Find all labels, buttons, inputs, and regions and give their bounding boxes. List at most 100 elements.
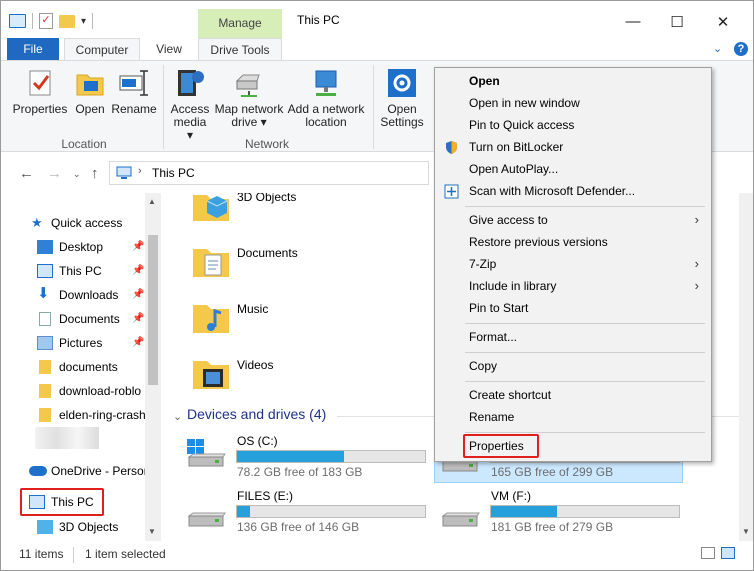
pin-icon: 📌 (132, 289, 145, 300)
nav-item-folder-documents[interactable]: documents (1, 355, 151, 379)
menu-item-open[interactable]: Open (435, 70, 711, 92)
open-folder-icon (74, 67, 106, 99)
up-arrow-icon[interactable]: ↑ (91, 165, 99, 182)
menu-item-scan-defender[interactable]: Scan with Microsoft Defender... (435, 180, 711, 202)
new-folder-quick-icon[interactable] (59, 14, 75, 28)
drive-name[interactable]: FILES (E:) (237, 489, 293, 503)
address-path: This PC (152, 166, 195, 180)
nav-item-folder-download-roblox[interactable]: download-roblo (1, 379, 151, 403)
folder-videos[interactable] (191, 353, 231, 393)
drive-name[interactable]: OS (C:) (237, 434, 278, 448)
address-bar[interactable]: › This PC (109, 161, 429, 185)
maximize-icon[interactable]: ☐ (667, 13, 687, 31)
access-media-button[interactable]: Access media ▾ (169, 67, 211, 142)
network-drive-icon (233, 67, 265, 99)
desktop-icon (37, 240, 53, 254)
title-bar: ✓ ▾ Manage This PC — ☐ ✕ (1, 1, 753, 38)
close-icon[interactable]: ✕ (713, 13, 733, 31)
content-scrollbar[interactable] (739, 193, 753, 541)
quick-access-toolbar: ✓ ▾ (9, 11, 94, 31)
menu-item-copy[interactable]: Copy (435, 355, 711, 377)
devices-section-header[interactable]: Devices and drives (4) (187, 406, 326, 422)
rename-button[interactable]: Rename (111, 67, 157, 116)
drive-usage-bar (236, 505, 426, 518)
status-bar: 11 items 1 item selected (1, 541, 753, 570)
nav-item-downloads[interactable]: ⬇ Downloads 📌 (1, 283, 151, 307)
scroll-up-icon[interactable]: ▲ (148, 197, 156, 206)
star-icon: ★ (31, 215, 43, 230)
map-network-drive-button[interactable]: Map network drive ▾ (213, 67, 285, 129)
tab-computer[interactable]: Computer (64, 38, 140, 60)
nav-item-this-pc-quick[interactable]: This PC 📌 (1, 259, 151, 283)
folder-music[interactable] (191, 297, 231, 337)
menu-item-give-access[interactable]: Give access to › (435, 209, 711, 231)
hard-drive-icon[interactable] (185, 506, 229, 536)
nav-scrollbar-thumb[interactable] (148, 235, 158, 385)
folder-documents[interactable] (191, 241, 231, 281)
menu-item-restore-previous[interactable]: Restore previous versions (435, 231, 711, 253)
forward-arrow-icon[interactable]: → (47, 165, 62, 182)
menu-item-rename[interactable]: Rename (435, 406, 711, 428)
drive-name[interactable]: VM (F:) (491, 489, 531, 503)
context-menu: Open Open in new window Pin to Quick acc… (434, 67, 712, 462)
open-settings-button[interactable]: Open Settings (379, 67, 425, 129)
folder-3d-objects[interactable] (191, 193, 231, 225)
collapse-chevron-icon[interactable]: ⌄ (173, 410, 182, 423)
nav-onedrive[interactable]: OneDrive - Person (1, 459, 151, 483)
folder-label[interactable]: Music (237, 302, 268, 316)
properties-quick-icon[interactable]: ✓ (39, 13, 53, 29)
chevron-right-icon[interactable]: › (138, 165, 142, 177)
menu-item-pin-quick-access[interactable]: Pin to Quick access (435, 114, 711, 136)
folder-label[interactable]: Videos (237, 358, 273, 372)
menu-item-format[interactable]: Format... (435, 326, 711, 348)
nav-item-documents[interactable]: Documents 📌 (1, 307, 151, 331)
nav-label: Pictures (59, 336, 103, 350)
folder-label[interactable]: 3D Objects (237, 193, 296, 204)
customize-toolbar-dropdown-icon[interactable]: ▾ (81, 16, 86, 27)
minimize-icon[interactable]: — (623, 13, 643, 30)
scroll-down-icon[interactable]: ▼ (742, 527, 750, 536)
chevron-right-icon: › (694, 212, 699, 227)
menu-item-create-shortcut[interactable]: Create shortcut (435, 384, 711, 406)
nav-label: documents (59, 360, 118, 374)
details-view-icon[interactable] (701, 547, 715, 559)
pin-icon: 📌 (132, 241, 145, 252)
tab-drive-tools[interactable]: Drive Tools (198, 38, 282, 60)
this-pc-highlight-box (20, 488, 104, 516)
add-network-location-button[interactable]: Add a network location (287, 67, 365, 129)
nav-label: Quick access (51, 216, 123, 230)
nav-item-folder-elden-ring[interactable]: elden-ring-crash (1, 403, 151, 427)
item-count: 11 items (19, 547, 64, 561)
back-arrow-icon[interactable]: ← (19, 165, 34, 182)
menu-item-open-autoplay[interactable]: Open AutoPlay... (435, 158, 711, 180)
menu-item-include-library[interactable]: Include in library › (435, 275, 711, 297)
scroll-down-icon[interactable]: ▼ (148, 527, 156, 536)
menu-item-7zip[interactable]: 7-Zip › (435, 253, 711, 275)
file-explorer-window: ✓ ▾ Manage This PC — ☐ ✕ File Computer V… (0, 0, 754, 571)
nav-label: Documents (59, 312, 120, 326)
recent-locations-icon[interactable]: ⌄ (73, 169, 81, 180)
menu-item-pin-start[interactable]: Pin to Start (435, 297, 711, 319)
selection-count: 1 item selected (85, 547, 166, 561)
tab-file[interactable]: File (7, 38, 59, 60)
nav-item-desktop[interactable]: Desktop 📌 (1, 235, 151, 259)
help-icon[interactable]: ? (734, 42, 748, 56)
drive-free-space: 181 GB free of 279 GB (491, 520, 614, 534)
properties-button[interactable]: Properties (11, 67, 69, 116)
tab-view[interactable]: View (147, 38, 191, 60)
rename-icon (118, 67, 150, 99)
pin-icon: 📌 (132, 313, 145, 324)
menu-item-open-new-window[interactable]: Open in new window (435, 92, 711, 114)
manage-contextual-tab[interactable]: Manage (198, 9, 282, 38)
folder-label[interactable]: Documents (237, 246, 298, 260)
nav-quick-access[interactable]: ★ Quick access (1, 211, 151, 235)
nav-3d-objects[interactable]: 3D Objects (1, 515, 151, 539)
open-button[interactable]: Open (71, 67, 109, 116)
windows-drive-icon[interactable] (185, 437, 229, 467)
hard-drive-icon[interactable] (439, 506, 483, 536)
menu-item-turn-on-bitlocker[interactable]: Turn on BitLocker (435, 136, 711, 158)
collapse-ribbon-icon[interactable]: ⌄ (713, 42, 722, 55)
large-icons-view-icon[interactable] (721, 547, 735, 559)
drive-usage-fill (491, 506, 557, 517)
nav-item-pictures[interactable]: Pictures 📌 (1, 331, 151, 355)
